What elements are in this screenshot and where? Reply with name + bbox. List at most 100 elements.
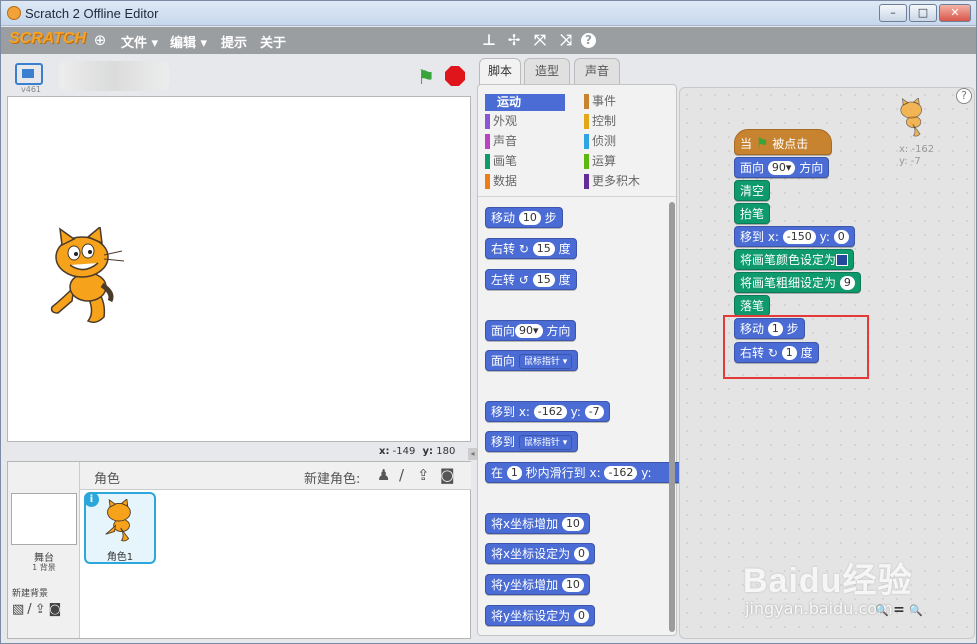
y-input[interactable]: 0	[833, 230, 849, 244]
block-change-x[interactable]: 将x坐标增加 10	[485, 513, 590, 534]
stamp-icon[interactable]: ⊥	[480, 31, 498, 49]
camera-sprite-icon[interactable]: ◙	[440, 466, 455, 484]
category-operators[interactable]: 运算	[584, 153, 664, 170]
block-move-steps[interactable]: 移动 10 步	[485, 207, 563, 228]
sprite-library-icon[interactable]: ♟	[377, 466, 390, 484]
steps-input[interactable]: 10	[518, 211, 541, 225]
menu-tips[interactable]: 提示	[221, 32, 247, 51]
image-library-icon[interactable]: ▧	[12, 602, 27, 617]
stop-sign-icon[interactable]	[445, 66, 465, 86]
highlight-box	[723, 315, 869, 379]
category-sensing[interactable]: 侦测	[584, 133, 664, 150]
mouse-y-value: 180	[436, 446, 456, 457]
zoom-out-icon[interactable]: 🔍	[875, 604, 889, 617]
shrink-icon[interactable]: ⤨	[557, 31, 575, 49]
scratch-logo[interactable]: SCRATCH	[9, 30, 86, 48]
category-motion[interactable]: 运动	[485, 94, 565, 111]
help-button[interactable]: ?	[956, 88, 972, 104]
script-set-pen-color[interactable]: 将画笔颜色设定为	[734, 249, 855, 270]
category-control[interactable]: 控制	[584, 113, 664, 130]
value-input[interactable]: 0	[573, 609, 589, 623]
size-input[interactable]: 9	[839, 276, 855, 290]
script-set-pen-size[interactable]: 将画笔粗细设定为 9	[734, 272, 861, 293]
stage-header: v461 ⚑	[7, 58, 471, 96]
grow-icon[interactable]: ⤧	[531, 31, 549, 49]
sprite-name: 角色1	[106, 552, 134, 563]
script-when-flag-clicked[interactable]: 当 ⚑ 被点击	[734, 129, 832, 155]
category-sound[interactable]: 声音	[485, 133, 565, 150]
category-more-blocks[interactable]: 更多积木	[584, 173, 664, 190]
block-text: 移动	[491, 211, 516, 225]
menu-file[interactable]: 文件 ▾	[121, 32, 158, 51]
block-turn-left[interactable]: 左转 15 度	[485, 269, 577, 290]
tab-sounds[interactable]: 声音	[574, 58, 620, 84]
x-input[interactable]: -150	[782, 230, 816, 244]
category-pen[interactable]: 画笔	[485, 153, 565, 170]
maximize-button[interactable]: □	[909, 4, 937, 22]
direction-input[interactable]: 90▾	[515, 324, 543, 338]
presentation-mode-icon[interactable]	[15, 63, 43, 85]
script-goto-xy[interactable]: 移到 x: -150 y: 0	[734, 226, 855, 247]
camera-icon[interactable]: ◙	[49, 602, 65, 617]
degrees-input[interactable]: 15	[532, 273, 555, 287]
block-point-direction[interactable]: 面向 90▾ 方向	[485, 320, 577, 341]
collapse-handle[interactable]: ◂	[468, 448, 477, 460]
block-set-y[interactable]: 将y坐标设定为 0	[485, 605, 595, 626]
zoom-in-icon[interactable]: 🔍	[909, 604, 923, 617]
app-window: Scratch 2 Offline Editor – □ ✕ SCRATCH ⊕…	[0, 0, 977, 644]
info-icon[interactable]: i	[84, 492, 99, 507]
block-change-y[interactable]: 将y坐标增加 10	[485, 574, 590, 595]
sprite-thumbnail[interactable]: i 角色1	[84, 492, 156, 564]
category-events[interactable]: 事件	[584, 93, 664, 110]
close-button[interactable]: ✕	[939, 4, 971, 22]
menu-about[interactable]: 关于	[260, 32, 286, 51]
block-goto-xy[interactable]: 移到 x: -162 y: -7	[485, 401, 610, 422]
degrees-input[interactable]: 15	[532, 242, 555, 256]
baidu-watermark: Baidu经验	[743, 562, 913, 600]
x-input[interactable]: -162	[533, 405, 567, 419]
menu-edit[interactable]: 编辑 ▾	[170, 32, 207, 51]
minimize-button[interactable]: –	[879, 4, 907, 22]
block-text: 面向	[491, 354, 516, 368]
value-input[interactable]: 0	[573, 547, 589, 561]
palette-scrollbar[interactable]	[669, 202, 675, 632]
pen-color-swatch[interactable]	[836, 254, 849, 266]
script-pen-up[interactable]: 抬笔	[734, 203, 771, 224]
help-icon[interactable]: ?	[581, 33, 596, 48]
block-goto[interactable]: 移到 鼠标指针 ▾	[485, 431, 579, 452]
value-input[interactable]: 10	[561, 517, 584, 531]
stage-column: 舞台 1 背景 新建背景 ▧/⇪◙	[8, 462, 80, 638]
paint-sprite-icon[interactable]: /	[399, 466, 404, 484]
cut-icon[interactable]: ✢	[505, 31, 523, 49]
category-data[interactable]: 数据	[485, 173, 565, 190]
target-dropdown[interactable]: 鼠标指针 ▾	[518, 435, 573, 450]
script-point-direction[interactable]: 面向 90▾ 方向	[734, 157, 830, 178]
green-flag-icon[interactable]: ⚑	[417, 65, 435, 89]
target-dropdown[interactable]: 鼠标指针 ▾	[518, 354, 573, 369]
tab-scripts[interactable]: 脚本	[479, 58, 521, 85]
current-sprite-icon	[900, 98, 922, 137]
paint-brush-icon[interactable]: /	[27, 602, 34, 617]
upload-sprite-icon[interactable]: ⇪	[417, 466, 430, 484]
stage-thumbnail[interactable]	[11, 493, 77, 545]
block-turn-right[interactable]: 右转 15 度	[485, 238, 577, 259]
upload-icon[interactable]: ⇪	[35, 602, 49, 617]
language-globe-icon[interactable]: ⊕	[91, 31, 109, 49]
block-glide[interactable]: 在 1 秒内滑行到 x: -162 y:	[485, 462, 681, 483]
y-input[interactable]: -7	[584, 405, 604, 419]
x-input[interactable]: -162	[604, 466, 638, 480]
zoom-reset-icon[interactable]: =	[893, 602, 905, 618]
value-input[interactable]: 10	[561, 578, 584, 592]
cat-sprite[interactable]	[44, 227, 134, 327]
script-pen-down[interactable]: 落笔	[734, 295, 771, 316]
tab-costumes[interactable]: 造型	[524, 58, 570, 84]
category-looks[interactable]: 外观	[485, 113, 565, 130]
stage-canvas[interactable]	[7, 96, 471, 442]
project-title-blurred[interactable]	[59, 61, 169, 91]
block-point-towards[interactable]: 面向 鼠标指针 ▾	[485, 350, 579, 371]
script-clear[interactable]: 清空	[734, 180, 771, 201]
block-text: 将y坐标增加	[491, 578, 559, 592]
block-set-x[interactable]: 将x坐标设定为 0	[485, 543, 595, 564]
seconds-input[interactable]: 1	[506, 466, 522, 480]
direction-input[interactable]: 90▾	[767, 161, 796, 175]
